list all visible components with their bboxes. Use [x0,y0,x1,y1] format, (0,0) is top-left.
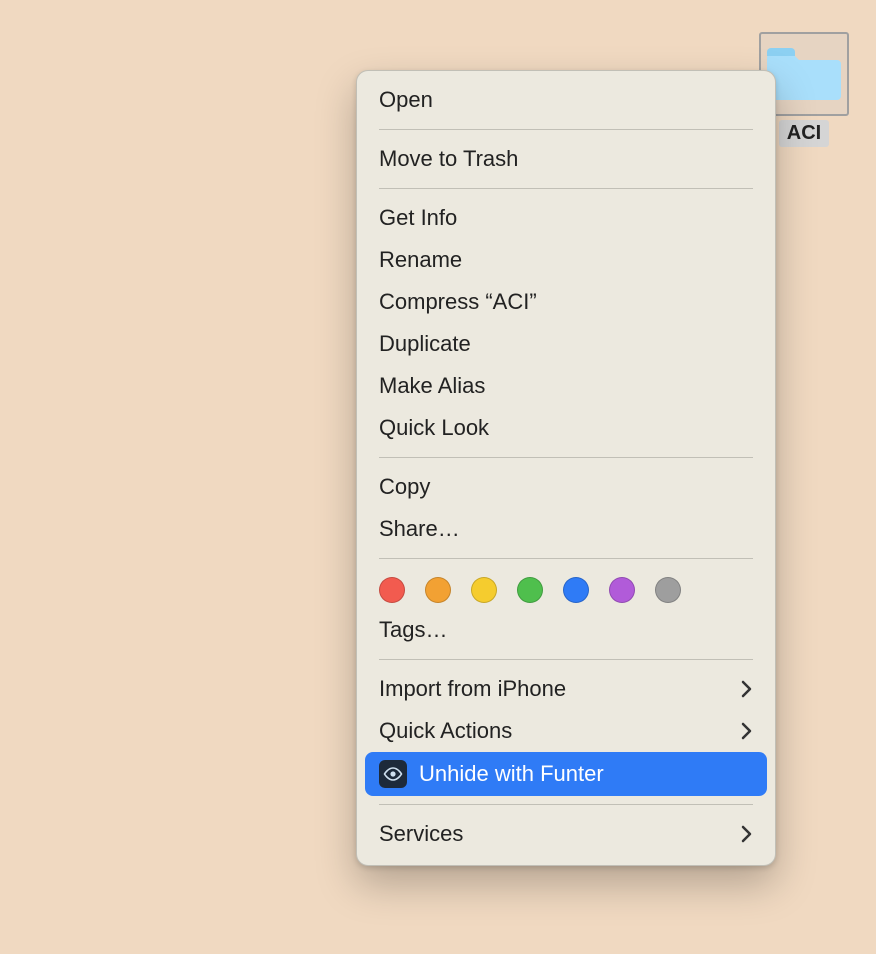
menu-quick-actions[interactable]: Quick Actions [357,710,775,752]
tag-yellow[interactable] [471,577,497,603]
tag-blue[interactable] [563,577,589,603]
tag-red[interactable] [379,577,405,603]
menu-make-alias-label: Make Alias [379,373,485,399]
menu-unhide-with-funter-label: Unhide with Funter [419,761,604,787]
menu-get-info-label: Get Info [379,205,457,231]
menu-tags[interactable]: Tags… [357,609,775,651]
separator [379,129,753,130]
tag-color-row [357,567,775,609]
separator [379,188,753,189]
separator [379,804,753,805]
menu-duplicate-label: Duplicate [379,331,471,357]
menu-move-to-trash-label: Move to Trash [379,146,518,172]
menu-rename-label: Rename [379,247,462,273]
menu-make-alias[interactable]: Make Alias [357,365,775,407]
menu-share-label: Share… [379,516,460,542]
chevron-right-icon [741,825,753,843]
menu-quick-look[interactable]: Quick Look [357,407,775,449]
menu-services[interactable]: Services [357,813,775,855]
menu-copy-label: Copy [379,474,430,500]
tag-orange[interactable] [425,577,451,603]
menu-services-label: Services [379,821,463,847]
menu-compress[interactable]: Compress “ACI” [357,281,775,323]
menu-import-from-iphone-label: Import from iPhone [379,676,566,702]
menu-get-info[interactable]: Get Info [357,197,775,239]
menu-share[interactable]: Share… [357,508,775,550]
menu-copy[interactable]: Copy [357,466,775,508]
context-menu: Open Move to Trash Get Info Rename Compr… [356,70,776,866]
menu-rename[interactable]: Rename [357,239,775,281]
folder-label: ACI [779,120,829,147]
tag-purple[interactable] [609,577,635,603]
separator [379,558,753,559]
menu-compress-label: Compress “ACI” [379,289,537,315]
menu-open-label: Open [379,87,433,113]
menu-tags-label: Tags… [379,617,447,643]
chevron-right-icon [741,722,753,740]
menu-quick-look-label: Quick Look [379,415,489,441]
menu-quick-actions-label: Quick Actions [379,718,512,744]
menu-unhide-with-funter[interactable]: Unhide with Funter [365,752,767,796]
menu-move-to-trash[interactable]: Move to Trash [357,138,775,180]
menu-duplicate[interactable]: Duplicate [357,323,775,365]
menu-import-from-iphone[interactable]: Import from iPhone [357,668,775,710]
chevron-right-icon [741,680,753,698]
menu-open[interactable]: Open [357,79,775,121]
separator [379,457,753,458]
separator [379,659,753,660]
eye-icon [379,760,407,788]
tag-gray[interactable] [655,577,681,603]
tag-green[interactable] [517,577,543,603]
